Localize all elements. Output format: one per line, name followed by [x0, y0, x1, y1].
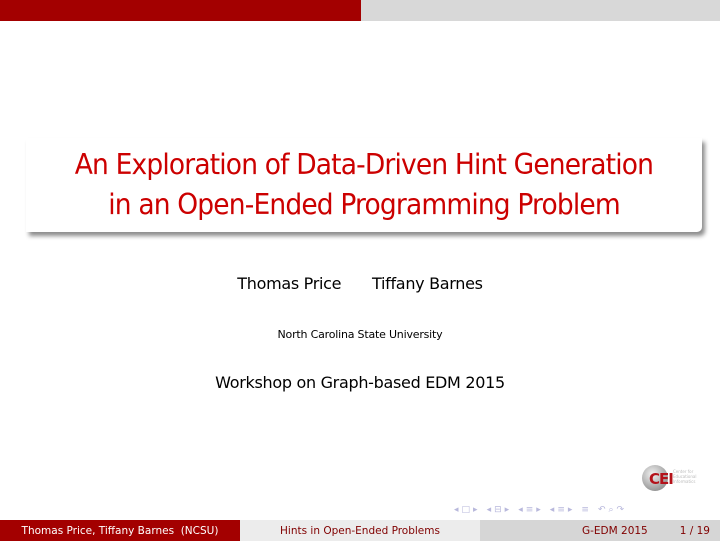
footer-authors: Thomas Price, Tiffany Barnes (NCSU)	[0, 520, 240, 541]
title-line-2: in an Open-Ended Programming Problem	[108, 188, 620, 221]
institute: North Carolina State University	[277, 328, 443, 341]
footer-title: Hints in Open-Ended Problems	[240, 520, 480, 541]
footer-authors-text: Thomas Price, Tiffany Barnes (NCSU)	[21, 524, 219, 537]
prev-slide-icon[interactable]: ◂	[454, 505, 459, 515]
footer-info: G-EDM 2015 1 / 19	[480, 520, 720, 541]
section-icon[interactable]: ≡	[557, 505, 565, 515]
logo-text-line: Informatics	[673, 479, 696, 484]
author-2: Tiffany Barnes	[372, 274, 483, 293]
footer-title-text: Hints in Open-Ended Problems	[280, 524, 440, 537]
next-frame-icon[interactable]: ▸	[505, 505, 510, 515]
subsection-icon[interactable]: ≡	[526, 505, 534, 515]
header-bar-right	[361, 0, 720, 21]
prev-section-icon[interactable]: ◂	[550, 505, 555, 515]
header-progress-bar	[0, 0, 720, 21]
cei-logo: CEI Center for Educational Informatics	[642, 465, 712, 495]
slide-icon[interactable]: □	[462, 505, 471, 515]
next-section-icon[interactable]: ▸	[568, 505, 573, 515]
authors: Thomas Price Tiffany Barnes	[0, 274, 720, 293]
prev-subsection-icon[interactable]: ◂	[518, 505, 523, 515]
toc-icon[interactable]: ≡	[581, 505, 589, 515]
page-number: 1 / 19	[679, 524, 710, 537]
forward-icon[interactable]: ↷	[617, 505, 625, 515]
title-block: An Exploration of Data-Driven Hint Gener…	[26, 138, 702, 232]
beamer-navigation: ◂ □ ▸ ◂ ⊟ ▸ ◂ ≡ ▸ ◂ ≡ ▸ ≡ ↶ ⌕ ↷	[454, 503, 627, 517]
prev-frame-icon[interactable]: ◂	[487, 505, 492, 515]
footer-conference: G-EDM 2015	[581, 524, 648, 537]
logo-text: Center for Educational Informatics	[673, 469, 713, 484]
footer: Thomas Price, Tiffany Barnes (NCSU) Hint…	[0, 520, 720, 541]
title-line-1: An Exploration of Data-Driven Hint Gener…	[74, 148, 654, 181]
back-icon[interactable]: ↶	[598, 505, 606, 515]
next-subsection-icon[interactable]: ▸	[536, 505, 541, 515]
header-bar-left	[0, 0, 361, 21]
frame-icon[interactable]: ⊟	[494, 505, 502, 515]
next-slide-icon[interactable]: ▸	[473, 505, 478, 515]
author-1: Thomas Price	[237, 274, 342, 293]
search-icon[interactable]: ⌕	[609, 505, 614, 515]
event-name: Workshop on Graph-based EDM 2015	[215, 373, 505, 392]
logo-mark: CEI	[649, 470, 674, 488]
